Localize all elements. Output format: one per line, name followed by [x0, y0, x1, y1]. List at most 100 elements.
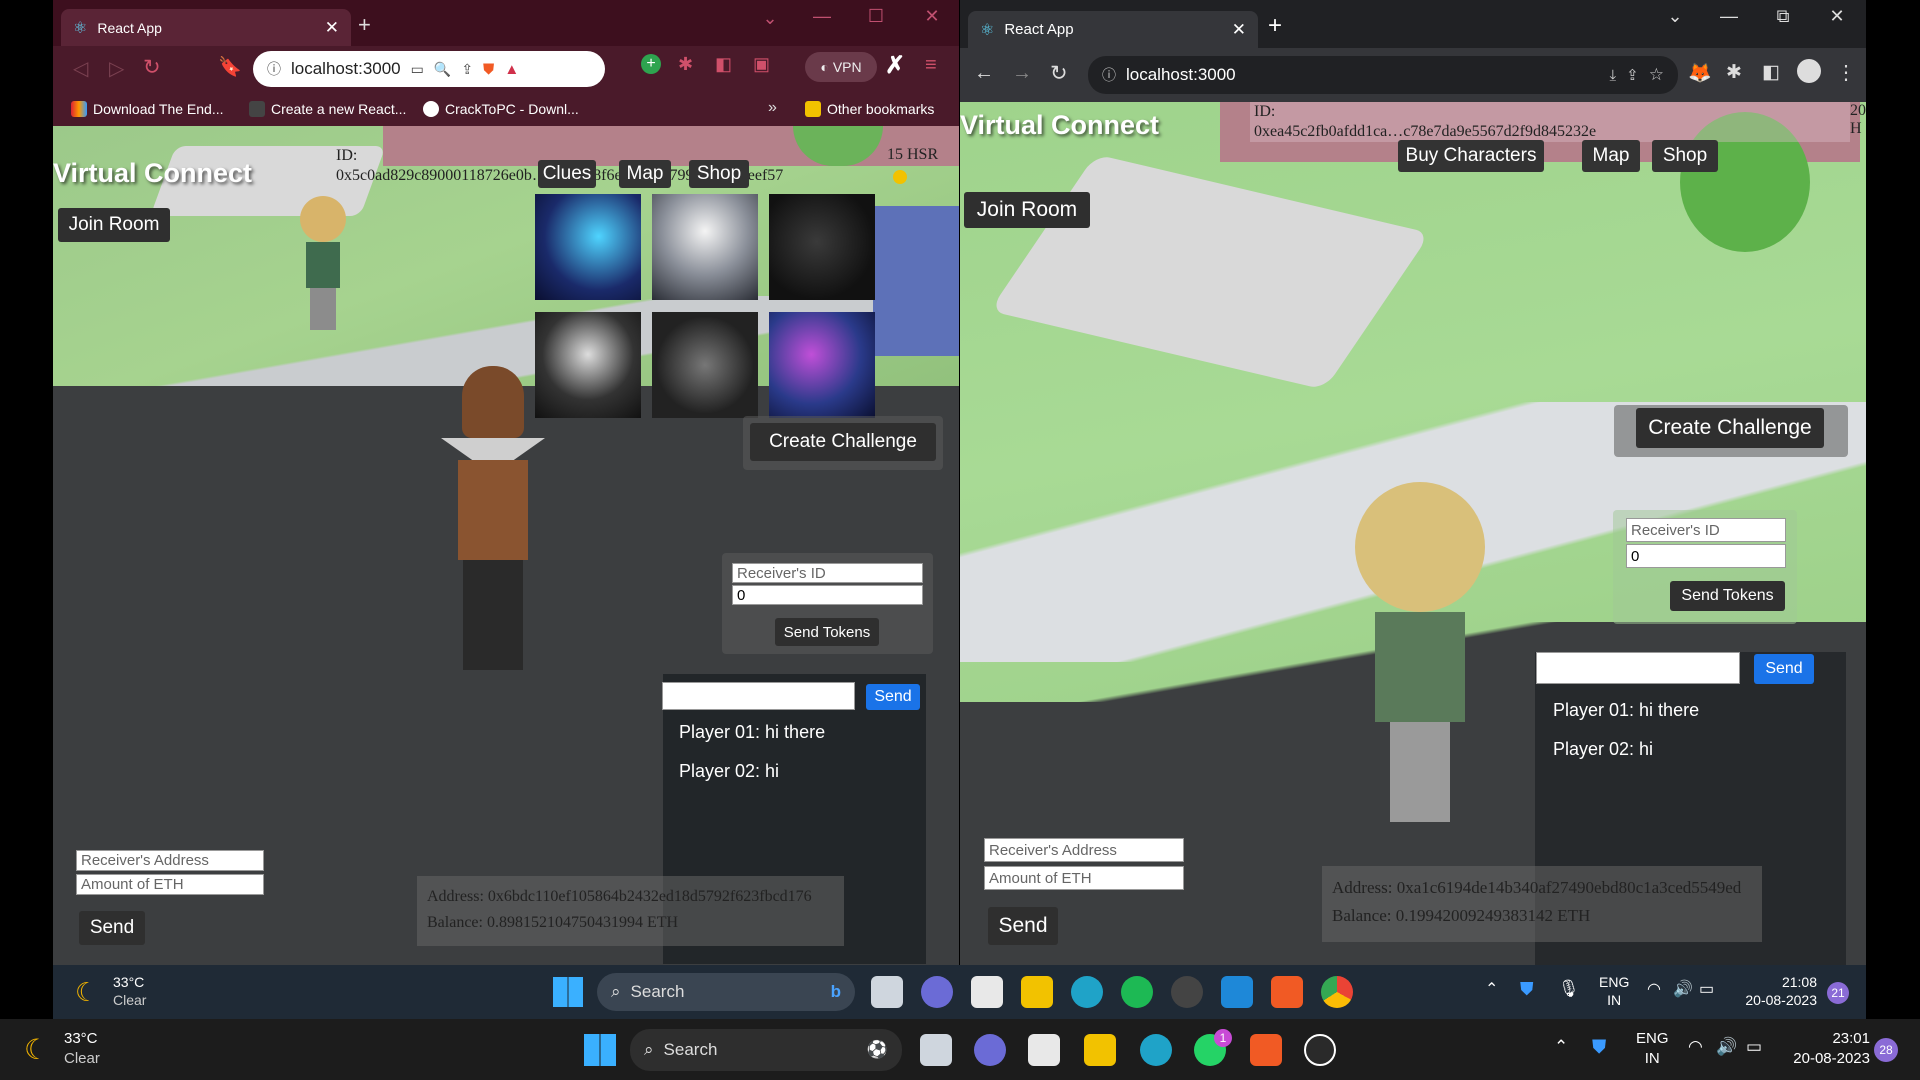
address-bar[interactable]: ⓘ localhost:3000 ⤓ ⇪ ☆	[1088, 56, 1678, 94]
clock[interactable]: 23:01 20-08-2023	[1780, 1029, 1870, 1069]
edge-icon[interactable]	[1071, 976, 1103, 1008]
token-amount-input[interactable]: 0	[1626, 544, 1786, 568]
brave-icon[interactable]	[1250, 1034, 1282, 1066]
token-amount-input[interactable]: 0	[732, 585, 923, 605]
notification-badge[interactable]: 21	[1827, 982, 1849, 1004]
brave-rewards-icon[interactable]: ▲	[504, 61, 519, 78]
vpn-button[interactable]: ◐ VPN	[805, 52, 877, 82]
nav-shop-button[interactable]: Shop	[689, 160, 749, 188]
vscode-icon[interactable]	[1221, 976, 1253, 1008]
spotify-icon[interactable]	[1121, 976, 1153, 1008]
right-game-canvas[interactable]: Virtual Connect ID: 0xea45c2fb0afdd1ca…c…	[960, 102, 1866, 965]
character-thumb-4[interactable]	[535, 312, 641, 418]
file-explorer-icon[interactable]	[1021, 976, 1053, 1008]
close-tab-icon[interactable]: ✕	[1232, 20, 1246, 40]
chevron-down-icon[interactable]: ⌄	[1652, 6, 1698, 27]
store-icon[interactable]	[971, 976, 1003, 1008]
character-thumb-1[interactable]	[535, 194, 641, 300]
other-bookmarks[interactable]: Other bookmarks	[805, 101, 934, 117]
tray-chevron-up-icon[interactable]: ⌃	[1554, 1037, 1568, 1057]
new-tab-button[interactable]: +	[1268, 12, 1282, 40]
battery-icon[interactable]: ▭	[1746, 1037, 1762, 1057]
address-bar[interactable]: ⓘ localhost:3000 ▭ 🔍 ⇪ ⛊ ▲	[253, 51, 605, 87]
nav-map-button[interactable]: Map	[619, 160, 671, 188]
share-icon[interactable]: ⇪	[1626, 66, 1639, 84]
task-view-icon[interactable]	[871, 976, 903, 1008]
minimize-icon[interactable]: —	[1706, 6, 1752, 27]
volume-icon[interactable]: 🔊	[1673, 979, 1693, 999]
taskbar-search[interactable]: ⌕ Search b	[597, 973, 855, 1011]
tray-chevron-up-icon[interactable]: ⌃	[1485, 979, 1498, 999]
teams-chat-icon[interactable]	[921, 976, 953, 1008]
send-eth-button[interactable]: Send	[988, 907, 1058, 945]
teams-chat-icon[interactable]	[974, 1034, 1006, 1066]
back-icon[interactable]: ←	[974, 62, 994, 85]
send-tokens-button[interactable]: Send Tokens	[775, 618, 879, 646]
forward-icon[interactable]: ▷	[109, 56, 124, 81]
send-tokens-button[interactable]: Send Tokens	[1670, 581, 1785, 611]
chevron-down-icon[interactable]: ⌄	[747, 8, 793, 29]
wifi-icon[interactable]: ◠	[1688, 1037, 1703, 1057]
share-icon[interactable]: ⇪	[461, 61, 473, 78]
install-icon[interactable]: ⤓	[1610, 67, 1617, 84]
nav-map-button[interactable]: Map	[1582, 140, 1640, 172]
create-challenge-button[interactable]: Create Challenge	[1636, 408, 1824, 448]
clock[interactable]: 21:08 20-08-2023	[1737, 973, 1817, 1009]
store-icon[interactable]	[1028, 1034, 1060, 1066]
language-indicator[interactable]: ENG IN	[1599, 973, 1629, 1009]
left-tab[interactable]: ⚛ React App ✕	[61, 9, 351, 46]
wallet-icon[interactable]: ▣	[753, 54, 770, 75]
defender-icon[interactable]: ⛊	[1520, 979, 1534, 1000]
language-indicator[interactable]: ENG IN	[1636, 1029, 1669, 1069]
forward-icon[interactable]: →	[1012, 62, 1032, 85]
character-thumb-2[interactable]	[652, 194, 758, 300]
windows-start-icon[interactable]	[584, 1034, 616, 1066]
character-thumb-6[interactable]	[769, 312, 875, 418]
right-tab[interactable]: ⚛ React App ✕	[968, 11, 1258, 48]
receiver-id-input[interactable]: Receiver's ID	[732, 563, 923, 583]
close-window-icon[interactable]: ✕	[909, 6, 955, 27]
extension-add-icon[interactable]: +	[641, 54, 661, 74]
star-icon[interactable]: ☆	[1649, 65, 1664, 85]
extensions-icon[interactable]: ✱	[678, 54, 693, 75]
chat-send-button[interactable]: Send	[1754, 654, 1814, 684]
close-tab-icon[interactable]: ✕	[325, 18, 339, 38]
close-window-icon[interactable]: ✕	[1814, 6, 1860, 27]
reload-icon[interactable]: ↻	[143, 55, 161, 80]
weather-widget[interactable]: 33°C Clear	[64, 1029, 100, 1069]
metamask-icon[interactable]: 🦊	[1688, 61, 1712, 85]
menu-icon[interactable]: ≡	[925, 54, 937, 77]
back-icon[interactable]: ◁	[73, 56, 88, 81]
receiver-address-input[interactable]: Receiver's Address	[984, 838, 1184, 862]
wifi-icon[interactable]: ◠	[1647, 979, 1661, 999]
chat-input[interactable]	[662, 682, 855, 710]
sidebar-icon[interactable]: ◧	[1762, 61, 1780, 84]
menu-icon[interactable]: ⋮	[1836, 60, 1856, 85]
volume-icon[interactable]: 🔊	[1716, 1037, 1737, 1057]
reload-icon[interactable]: ↻	[1050, 61, 1068, 86]
join-room-button[interactable]: Join Room	[58, 208, 170, 242]
character-thumb-3[interactable]	[769, 194, 875, 300]
bookmark-item[interactable]: CrackToPC - Downl...	[423, 101, 579, 117]
nav-buy-characters-button[interactable]: Buy Characters	[1398, 140, 1544, 172]
battery-icon[interactable]: ▭	[1699, 979, 1714, 999]
bookmark-item[interactable]: Download The End...	[71, 101, 224, 117]
cast-icon[interactable]: ▭	[411, 61, 424, 78]
new-tab-button[interactable]: +	[358, 12, 371, 38]
eth-amount-input[interactable]: Amount of ETH	[984, 866, 1184, 890]
media-player-icon[interactable]	[1304, 1034, 1336, 1066]
nav-shop-button[interactable]: Shop	[1652, 140, 1718, 172]
defender-icon[interactable]: ⛊	[1592, 1037, 1606, 1059]
bookmarks-more-icon[interactable]: »	[768, 99, 777, 117]
minimize-icon[interactable]: —	[799, 6, 845, 27]
brave-icon[interactable]	[1271, 976, 1303, 1008]
weather-widget[interactable]: 33°C Clear	[113, 973, 146, 1009]
mic-icon[interactable]: 🎙	[1558, 979, 1580, 999]
taskbar-search[interactable]: ⌕ Search ⚽	[630, 1029, 902, 1071]
character-thumb-5[interactable]	[652, 312, 758, 418]
receiver-address-input[interactable]: Receiver's Address	[76, 850, 264, 871]
windows-start-icon[interactable]	[553, 977, 583, 1007]
chrome-icon[interactable]	[1321, 976, 1353, 1008]
zoom-icon[interactable]: 🔍	[434, 61, 451, 78]
left-game-canvas[interactable]: Virtual Connect ID: 0x5c0ad829c890001187…	[53, 126, 959, 965]
